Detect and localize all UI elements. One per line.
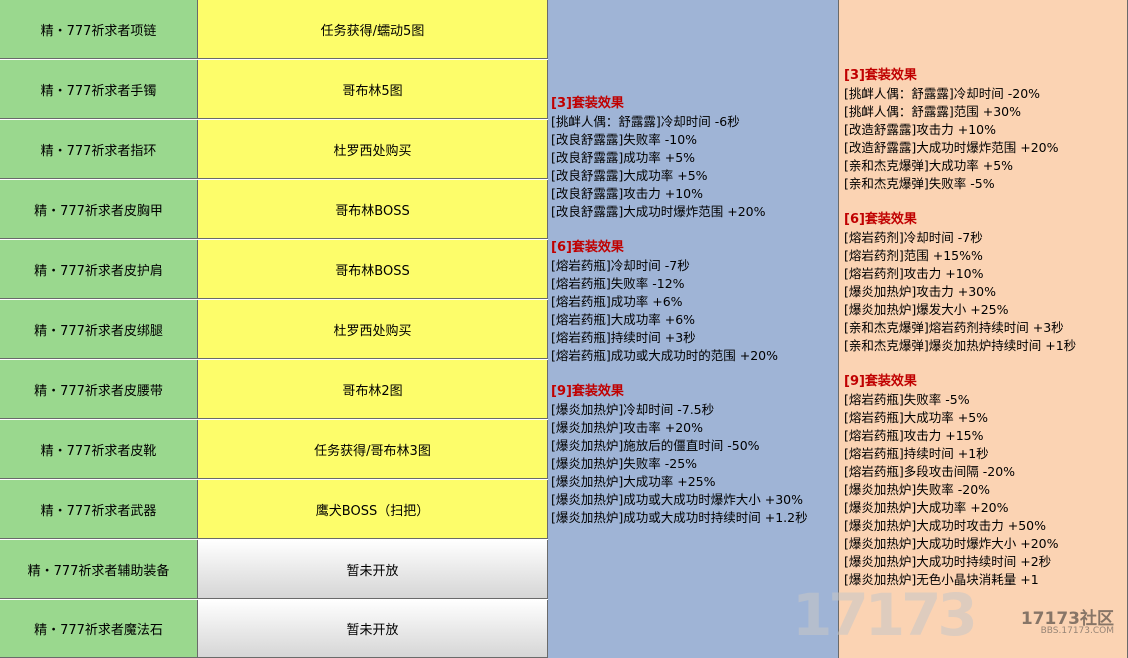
set-effect-line: [爆炎加热炉]攻击力 +30%	[844, 284, 996, 299]
set-effect-line: [爆炎加热炉]爆发大小 +25%	[844, 302, 1009, 317]
set-effect-line: [爆炎加热炉]大成功率 +25%	[551, 474, 716, 489]
set-effect-line: [亲和杰克爆弹]爆炎加热炉持续时间 +1秒	[844, 338, 1077, 353]
set-effect-line: [熔岩药瓶]成功或大成功时的范围 +20%	[551, 348, 778, 363]
item-source-cell: 杜罗西处购买	[198, 300, 548, 359]
set-effect-line: [改良舒露露]攻击力 +10%	[551, 186, 703, 201]
set-effect-line: [爆炎加热炉]失败率 -20%	[844, 482, 991, 497]
item-name-cell: 精・777祈求者辅助装备	[0, 540, 198, 599]
set-6-heading: [6]套装效果	[551, 240, 624, 255]
set-effects-panel-blue: [3]套装效果 [挑衅人偶：舒露露]冷却时间 -6秒 [改良舒露露]失败率 -1…	[548, 0, 839, 658]
item-source-cell: 鹰犬BOSS（扫把）	[198, 480, 548, 539]
set-effects-list: [3]套装效果 [挑衅人偶：舒露露]冷却时间 -6秒 [改良舒露露]失败率 -1…	[551, 95, 835, 527]
set-effect-line: [爆炎加热炉]大成功时持续时间 +2秒	[844, 554, 1052, 569]
equipment-table: 精・777祈求者项链 精・777祈求者手镯 精・777祈求者指环 精・777祈求…	[0, 0, 1128, 658]
item-name-column: 精・777祈求者项链 精・777祈求者手镯 精・777祈求者指环 精・777祈求…	[0, 0, 198, 658]
item-source-cell: 哥布林BOSS	[198, 180, 548, 239]
set-effect-line: [熔岩药瓶]攻击力 +15%	[844, 428, 984, 443]
set-effect-line: [挑衅人偶：舒露露]冷却时间 -6秒	[551, 114, 740, 129]
set-effect-line: [熔岩药瓶]失败率 -5%	[844, 392, 970, 407]
watermark-large-text: 17173	[792, 581, 978, 649]
set-effects-panel-peach: [3]套装效果 [挑衅人偶：舒露露]冷却时间 -20% [挑衅人偶：舒露露]范围…	[839, 0, 1128, 658]
item-source-cell: 哥布林BOSS	[198, 240, 548, 299]
set-9-heading: [9]套装效果	[844, 374, 917, 389]
set-effect-line: [熔岩药剂]攻击力 +10%	[844, 266, 984, 281]
set-effect-line: [亲和杰克爆弹]熔岩药剂持续时间 +3秒	[844, 320, 1064, 335]
set-effect-line: [熔岩药剂]范围 +15%%	[844, 248, 983, 263]
set-effect-line: [挑衅人偶：舒露露]范围 +30%	[844, 104, 1021, 119]
item-source-cell: 任务获得/哥布林3图	[198, 420, 548, 479]
item-name-cell: 精・777祈求者手镯	[0, 60, 198, 119]
set-effect-line: [熔岩药瓶]大成功率 +6%	[551, 312, 696, 327]
item-name-cell: 精・777祈求者皮绑腿	[0, 300, 198, 359]
set-effect-line: [熔岩药瓶]成功率 +6%	[551, 294, 683, 309]
set-effect-line: [爆炎加热炉]冷却时间 -7.5秒	[551, 402, 715, 417]
item-name-cell: 精・777祈求者皮靴	[0, 420, 198, 479]
set-effect-line: [爆炎加热炉]施放后的僵直时间 -50%	[551, 438, 760, 453]
set-effect-line: [熔岩药瓶]大成功率 +5%	[844, 410, 989, 425]
set-effect-line: [改良舒露露]失败率 -10%	[551, 132, 698, 147]
set-effect-line: [爆炎加热炉]成功或大成功时持续时间 +1.2秒	[551, 510, 808, 525]
set-effect-line: [熔岩药瓶]失败率 -12%	[551, 276, 685, 291]
set-effect-line: [亲和杰克爆弹]大成功率 +5%	[844, 158, 1014, 173]
item-name-cell: 精・777祈求者指环	[0, 120, 198, 179]
watermark-url: BBS.17173.COM	[1040, 626, 1114, 636]
set-effects-list: [3]套装效果 [挑衅人偶：舒露露]冷却时间 -20% [挑衅人偶：舒露露]范围…	[844, 67, 1126, 589]
set-effect-line: [改造舒露露]大成功时爆炸范围 +20%	[844, 140, 1059, 155]
item-source-column: 任务获得/蠕动5图 哥布林5图 杜罗西处购买 哥布林BOSS 哥布林BOSS 杜…	[198, 0, 548, 658]
set-effect-line: [挑衅人偶：舒露露]冷却时间 -20%	[844, 86, 1041, 101]
item-source-cell-unavailable: 暂未开放	[198, 540, 548, 599]
item-name-cell: 精・777祈求者皮护肩	[0, 240, 198, 299]
set-effect-line: [熔岩药瓶]冷却时间 -7秒	[551, 258, 690, 273]
set-9-heading: [9]套装效果	[551, 384, 624, 399]
set-effect-line: [亲和杰克爆弹]失败率 -5%	[844, 176, 995, 191]
set-effect-line: [爆炎加热炉]大成功时攻击力 +50%	[844, 518, 1046, 533]
site-watermark: 17173 17173社区 BBS.17173.COM	[792, 580, 1122, 650]
item-name-cell: 精・777祈求者项链	[0, 0, 198, 59]
item-source-cell: 哥布林2图	[198, 360, 548, 419]
item-source-cell: 任务获得/蠕动5图	[198, 0, 548, 59]
set-effect-line: [改良舒露露]大成功率 +5%	[551, 168, 708, 183]
set-3-heading: [3]套装效果	[551, 96, 624, 111]
set-effect-line: [改造舒露露]攻击力 +10%	[844, 122, 996, 137]
set-effect-line: [爆炎加热炉]大成功率 +20%	[844, 500, 1009, 515]
set-effect-line: [改良舒露露]大成功时爆炸范围 +20%	[551, 204, 766, 219]
set-effect-line: [爆炎加热炉]成功或大成功时爆炸大小 +30%	[551, 492, 803, 507]
set-effect-line: [爆炎加热炉]攻击率 +20%	[551, 420, 703, 435]
item-name-cell: 精・777祈求者魔法石	[0, 600, 198, 658]
item-source-cell: 哥布林5图	[198, 60, 548, 119]
item-name-cell: 精・777祈求者皮胸甲	[0, 180, 198, 239]
item-source-cell: 杜罗西处购买	[198, 120, 548, 179]
set-effect-line: [熔岩药瓶]多段攻击间隔 -20%	[844, 464, 1016, 479]
item-name-cell: 精・777祈求者武器	[0, 480, 198, 539]
set-effect-line: [爆炎加热炉]大成功时爆炸大小 +20%	[844, 536, 1059, 551]
set-effect-line: [熔岩药剂]冷却时间 -7秒	[844, 230, 983, 245]
item-name-cell: 精・777祈求者皮腰带	[0, 360, 198, 419]
set-3-heading: [3]套装效果	[844, 68, 917, 83]
set-effect-line: [改良舒露露]成功率 +5%	[551, 150, 696, 165]
set-effect-line: [爆炎加热炉]失败率 -25%	[551, 456, 698, 471]
set-6-heading: [6]套装效果	[844, 212, 917, 227]
item-source-cell-unavailable: 暂未开放	[198, 600, 548, 658]
set-effect-line: [熔岩药瓶]持续时间 +3秒	[551, 330, 696, 345]
set-effect-line: [熔岩药瓶]持续时间 +1秒	[844, 446, 989, 461]
